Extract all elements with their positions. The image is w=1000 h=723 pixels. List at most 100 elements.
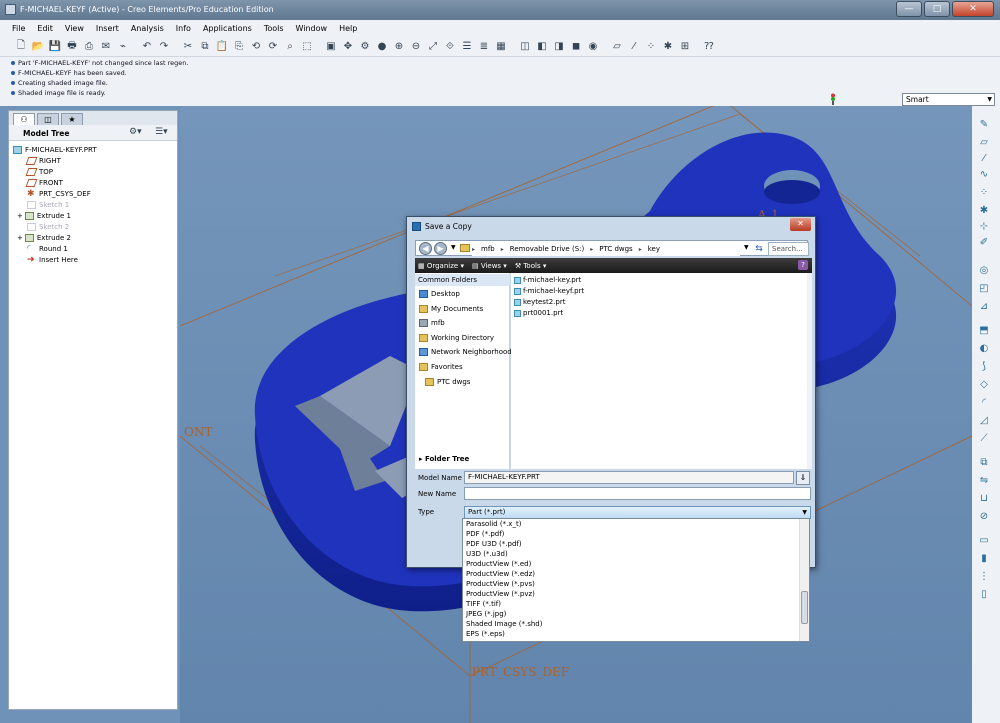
analysis-feature-icon[interactable]: ⊹ — [977, 220, 991, 234]
back-icon[interactable]: ◀ — [419, 242, 432, 255]
refresh-icon[interactable]: ⇆ — [752, 242, 766, 256]
revolve-icon[interactable]: ◐ — [977, 342, 991, 356]
selection-filter[interactable]: Smart ▼ — [902, 93, 995, 106]
save-icon[interactable]: 💾 — [47, 39, 63, 55]
redo-icon[interactable]: ↷ — [156, 39, 172, 55]
orient-icon[interactable]: ⚙ — [357, 39, 373, 55]
type-option[interactable]: ProductView (*.pvs) — [466, 579, 535, 589]
breadcrumb-drive[interactable]: Removable Drive (S:) — [510, 245, 584, 253]
folder-working-directory[interactable]: Working Directory — [419, 332, 494, 344]
enhanced-realism-icon[interactable]: ◉ — [585, 39, 601, 55]
trim-icon[interactable]: ⊘ — [977, 510, 991, 524]
merge-icon[interactable]: ⊔ — [977, 492, 991, 506]
new-name-input[interactable] — [464, 487, 811, 500]
folder-desktop[interactable]: Desktop — [419, 288, 460, 300]
print-icon[interactable]: 🖶 — [64, 39, 80, 55]
extrude-icon[interactable]: ⬒ — [977, 324, 991, 338]
menu-applications[interactable]: Applications — [203, 24, 252, 33]
annotation-icon[interactable]: ⊞ — [677, 39, 693, 55]
dropdown-scrollbar[interactable] — [799, 519, 809, 641]
view-manager-icon[interactable]: ▦ — [493, 39, 509, 55]
paste-icon[interactable]: 📋 — [214, 39, 230, 55]
history-chevron-icon[interactable]: ▼ — [451, 244, 456, 251]
datum-points-icon[interactable]: ⁘ — [643, 39, 659, 55]
regenerate-icon[interactable]: ⟲ — [248, 39, 264, 55]
folder-network-neighborhood[interactable]: Network Neighborhood — [419, 346, 512, 358]
forward-icon[interactable]: ▶ — [434, 242, 447, 255]
repaint-icon[interactable]: ▣ — [323, 39, 339, 55]
scrollbar-thumb[interactable] — [801, 591, 808, 624]
no-hidden-icon[interactable]: ◨ — [551, 39, 567, 55]
menu-tools[interactable]: Tools — [264, 24, 284, 33]
minimize-button[interactable]: — — [896, 1, 922, 17]
datum-axes-icon[interactable]: ⁄ — [626, 39, 642, 55]
reorient-icon[interactable]: ⟐ — [442, 39, 458, 55]
spin-center-icon[interactable]: ✥ — [340, 39, 356, 55]
email-link-icon[interactable]: ⌁ — [115, 39, 131, 55]
layers-icon[interactable]: ≣ — [476, 39, 492, 55]
tree-node-front[interactable]: FRONT — [25, 178, 63, 189]
tree-node-csys[interactable]: ✱ PRT_CSYS_DEF — [27, 189, 91, 200]
sweep-icon[interactable]: ⟆ — [977, 360, 991, 374]
open-icon[interactable]: 📂 — [30, 39, 46, 55]
print-shaded-icon[interactable]: ⎙ — [81, 39, 97, 55]
tree-node-insert-here[interactable]: ➜ Insert Here — [27, 255, 78, 266]
type-option[interactable]: Parasolid (*.x_t) — [466, 519, 521, 529]
regen-manager-icon[interactable]: ⟳ — [265, 39, 281, 55]
breadcrumb-key[interactable]: key — [648, 245, 660, 253]
tree-node-right[interactable]: RIGHT — [25, 156, 61, 167]
round-icon[interactable]: ◜ — [977, 396, 991, 410]
tab-folder-browser-icon[interactable]: ◫ — [37, 113, 59, 125]
tools-button[interactable]: ⚒ Tools ▾ — [515, 262, 547, 270]
type-option[interactable]: PDF U3D (*.pdf) — [466, 539, 522, 549]
select-box-icon[interactable]: ⬚ — [299, 39, 315, 55]
file-item[interactable]: f-michael-key.prt — [514, 275, 581, 286]
hole-icon[interactable]: ◎ — [977, 264, 991, 278]
tree-node-sketch2[interactable]: Sketch 2 — [27, 222, 69, 233]
help-icon[interactable]: ? — [798, 260, 808, 270]
paste-special-icon[interactable]: ⎘ — [231, 39, 247, 55]
breadcrumb-mfb[interactable]: mfb — [481, 245, 495, 253]
type-option[interactable]: EPS (*.eps) — [466, 629, 505, 639]
new-icon[interactable]: 🗋 — [13, 39, 29, 55]
file-item[interactable]: prt0001.prt — [514, 308, 563, 319]
type-option[interactable]: ProductView (*.ed) — [466, 559, 531, 569]
menu-window[interactable]: Window — [296, 24, 328, 33]
find-icon[interactable]: ⌕ — [282, 39, 298, 55]
menu-info[interactable]: Info — [176, 24, 191, 33]
datum-pencil-icon[interactable]: ✐ — [977, 236, 991, 250]
tab-favorites-icon[interactable]: ★ — [61, 113, 83, 125]
menu-view[interactable]: View — [65, 24, 84, 33]
tab-model-tree-icon[interactable]: ⚇ — [13, 113, 35, 125]
organize-button[interactable]: ▦ Organize ▾ — [418, 262, 464, 270]
tree-node-extrude1[interactable]: + Extrude 1 — [17, 211, 71, 222]
point-icon[interactable]: ⁘ — [977, 186, 991, 200]
menu-insert[interactable]: Insert — [96, 24, 119, 33]
folder-favorites[interactable]: Favorites — [419, 361, 463, 373]
rib-icon[interactable]: ⊿ — [977, 300, 991, 314]
mirror-icon[interactable]: ⇋ — [977, 474, 991, 488]
context-help-icon[interactable]: ⁇ — [701, 39, 717, 55]
tree-node-round1[interactable]: ◜ Round 1 — [27, 244, 68, 255]
csys-icon[interactable]: ✱ — [660, 39, 676, 55]
tree-node-top[interactable]: TOP — [25, 167, 53, 178]
menu-file[interactable]: File — [12, 24, 25, 33]
tree-node-extrude2[interactable]: + Extrude 2 — [17, 233, 71, 244]
search-input[interactable]: Search... — [768, 242, 809, 256]
chamfer-icon[interactable]: ◿ — [977, 414, 991, 428]
axis-icon[interactable]: ⁄ — [977, 152, 991, 166]
type-option[interactable]: ProductView (*.edz) — [466, 569, 535, 579]
csys-icon[interactable]: ✱ — [977, 204, 991, 218]
zoom-out-icon[interactable]: ⊖ — [408, 39, 424, 55]
folder-mfb[interactable]: mfb — [419, 317, 445, 329]
email-icon[interactable]: ✉ — [98, 39, 114, 55]
tree-node-sketch1[interactable]: Sketch 1 — [27, 200, 69, 211]
type-option[interactable]: TIFF (*.tif) — [466, 599, 501, 609]
views-button[interactable]: ▤ Views ▾ — [472, 262, 507, 270]
shell-icon[interactable]: ◰ — [977, 282, 991, 296]
saved-views-icon[interactable]: ☰ — [459, 39, 475, 55]
cut-icon[interactable]: ✂ — [180, 39, 196, 55]
close-button[interactable]: ✕ — [952, 1, 994, 17]
tree-node-part[interactable]: F-MICHAEL-KEYF.PRT — [13, 145, 97, 156]
file-item[interactable]: keytest2.prt — [514, 297, 565, 308]
